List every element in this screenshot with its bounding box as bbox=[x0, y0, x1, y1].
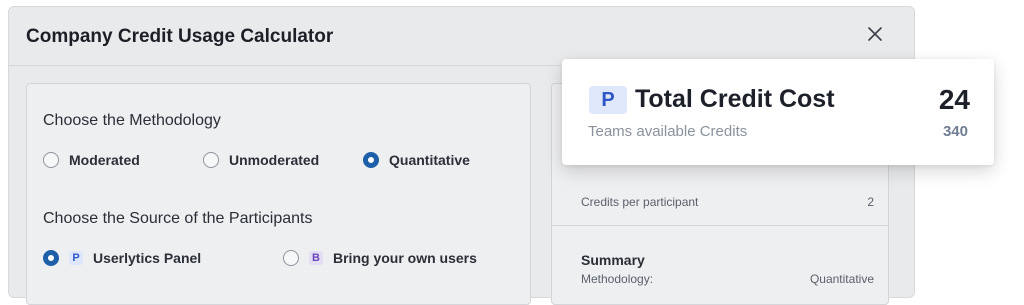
radio-unmoderated[interactable]: Unmoderated bbox=[203, 152, 319, 168]
radio-label: Bring your own users bbox=[333, 250, 477, 266]
total-credit-title: Total Credit Cost bbox=[635, 85, 835, 113]
source-label: Choose the Source of the Participants bbox=[43, 210, 313, 227]
radio-label: Unmoderated bbox=[229, 152, 320, 168]
radio-circle-checked bbox=[363, 152, 379, 168]
options-panel: Choose the Methodology Moderated Unmoder… bbox=[26, 83, 531, 305]
modal-title: Company Credit Usage Calculator bbox=[26, 26, 334, 47]
radio-circle bbox=[43, 152, 59, 168]
total-credit-value: 24 bbox=[938, 84, 970, 115]
close-icon[interactable] bbox=[866, 25, 884, 43]
available-credits-value: 340 bbox=[942, 123, 968, 140]
summary-title: Summary bbox=[581, 252, 645, 268]
summary-methodology-value: Quantitative bbox=[809, 272, 874, 286]
panel-tag-icon: P bbox=[69, 251, 83, 265]
radio-userlytics-panel[interactable]: P Userlytics Panel bbox=[43, 250, 201, 266]
credits-per-participant-row: Credits per participant 2 bbox=[552, 179, 888, 226]
modal-header: Company Credit Usage Calculator bbox=[9, 7, 914, 66]
byou-tag-icon: B bbox=[309, 251, 323, 265]
summary-methodology-label: Methodology: bbox=[581, 272, 654, 286]
radio-quantitative[interactable]: Quantitative bbox=[363, 152, 470, 168]
methodology-label: Choose the Methodology bbox=[43, 112, 221, 129]
credits-per-participant-value: 2 bbox=[867, 195, 874, 209]
radio-label: Moderated bbox=[69, 152, 140, 168]
radio-bring-your-own-users[interactable]: B Bring your own users bbox=[283, 250, 477, 266]
radio-circle-checked bbox=[43, 250, 59, 266]
radio-circle bbox=[203, 152, 219, 168]
total-credit-card: P Total Credit Cost Teams available Cred… bbox=[562, 59, 994, 165]
radio-moderated[interactable]: Moderated bbox=[43, 152, 140, 168]
radio-label: Userlytics Panel bbox=[93, 250, 202, 266]
credits-per-participant-label: Credits per participant bbox=[581, 195, 699, 209]
radio-label: Quantitative bbox=[389, 152, 470, 168]
panel-badge-icon: P bbox=[589, 86, 627, 114]
available-credits-label: Teams available Credits bbox=[588, 123, 748, 140]
radio-circle bbox=[283, 250, 299, 266]
